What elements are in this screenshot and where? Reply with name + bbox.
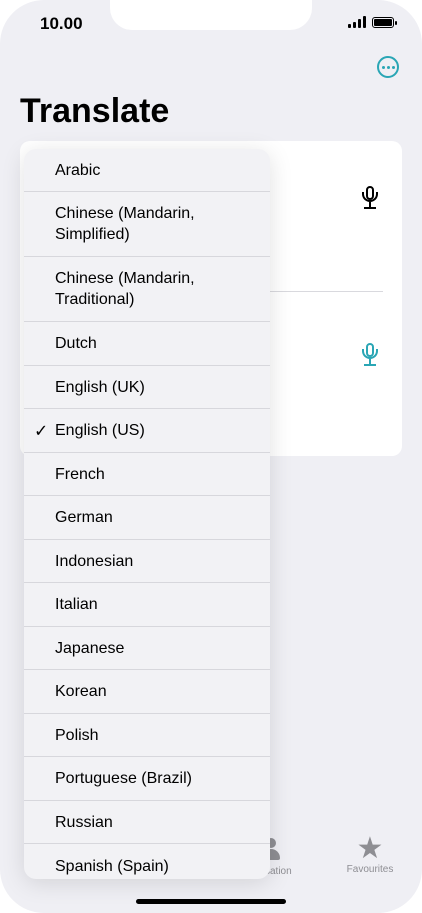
- menu-item-english-uk[interactable]: English (UK): [24, 366, 270, 409]
- menu-item-label: German: [55, 509, 113, 526]
- status-time: 10.00: [40, 14, 83, 33]
- menu-item-indonesian[interactable]: Indonesian: [24, 540, 270, 583]
- menu-item-japanese[interactable]: Japanese: [24, 627, 270, 670]
- language-dropdown[interactable]: Arabic Chinese (Mandarin, Simplified) Ch…: [24, 149, 270, 879]
- menu-item-label: Polish: [55, 726, 99, 744]
- menu-item-dutch[interactable]: Dutch: [24, 322, 270, 366]
- menu-item-label: English (UK): [55, 378, 145, 396]
- menu-item-label: Chinese (Mandarin, Simplified): [55, 205, 195, 243]
- notch: [110, 0, 312, 30]
- status-icons: [348, 16, 397, 28]
- menu-item-label: Japanese: [55, 639, 125, 657]
- target-microphone-icon[interactable]: [361, 343, 379, 367]
- menu-item-arabic[interactable]: Arabic: [24, 149, 270, 192]
- menu-item-chinese-simplified[interactable]: Chinese (Mandarin, Simplified): [24, 192, 270, 257]
- card-divider: [270, 291, 383, 292]
- menu-item-italian[interactable]: Italian: [24, 583, 270, 627]
- source-microphone-icon[interactable]: [361, 186, 379, 210]
- signal-icon: [348, 16, 366, 28]
- menu-item-label: Italian: [55, 596, 98, 613]
- menu-item-german[interactable]: German: [24, 496, 270, 540]
- menu-item-label: English (US): [55, 422, 145, 439]
- tab-favourites[interactable]: ★ Favourites: [340, 832, 400, 876]
- battery-icon: [372, 16, 397, 28]
- menu-item-label: Korean: [55, 683, 107, 700]
- more-options-icon[interactable]: [377, 56, 399, 78]
- menu-item-korean[interactable]: Korean: [24, 670, 270, 714]
- menu-item-label: Spanish (Spain): [55, 857, 169, 875]
- menu-item-label: Arabic: [55, 161, 101, 179]
- menu-item-spanish-spain[interactable]: Spanish (Spain): [24, 844, 270, 879]
- star-icon: ★: [356, 832, 384, 865]
- checkmark-icon: ✓: [34, 421, 49, 440]
- menu-item-russian[interactable]: Russian: [24, 801, 270, 844]
- menu-item-english-us[interactable]: ✓ English (US): [24, 409, 270, 453]
- menu-item-polish[interactable]: Polish: [24, 714, 270, 757]
- menu-item-portuguese-brazil[interactable]: Portuguese (Brazil): [24, 757, 270, 801]
- menu-item-label: Chinese (Mandarin, Traditional): [55, 270, 195, 308]
- menu-item-label: French: [55, 465, 105, 483]
- phone-screen: 10.00 Translate sation ★ Favourites Arab…: [0, 0, 422, 913]
- menu-item-label: Indonesian: [55, 552, 134, 570]
- home-indicator[interactable]: [136, 899, 286, 904]
- menu-item-label: Portuguese (Brazil): [55, 770, 192, 787]
- page-title: Translate: [20, 92, 170, 130]
- menu-item-label: Russian: [55, 813, 113, 831]
- menu-item-chinese-traditional[interactable]: Chinese (Mandarin, Traditional): [24, 257, 270, 322]
- menu-item-label: Dutch: [55, 335, 97, 352]
- menu-item-french[interactable]: French: [24, 453, 270, 496]
- tab-favourites-label: Favourites: [346, 864, 394, 875]
